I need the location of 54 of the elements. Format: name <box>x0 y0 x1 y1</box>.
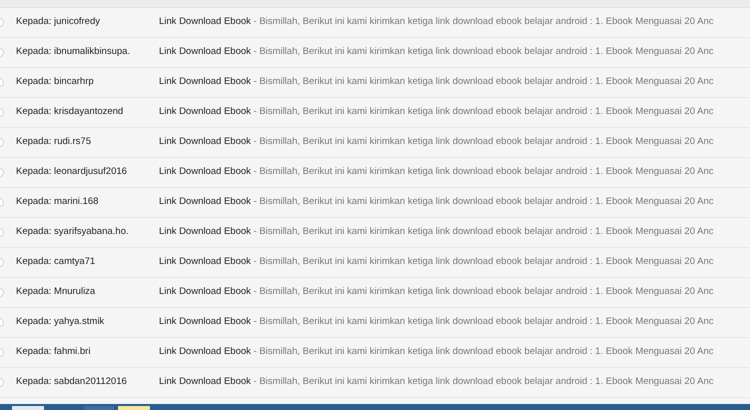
snippet-text: - Bismillah, Berikut ini kami kirimkan ketiga link download ebook belajar android : 1. Ebook Menguasai 20 Anc <box>254 256 714 268</box>
taskbar-button[interactable] <box>12 406 44 410</box>
subject-text: Link Download Ebook <box>159 226 251 238</box>
message-row[interactable]: Kepada: ibnumalikbinsupa. Link Download Ebook - Bismillah, Berikut ini kami kirimkan ketiga link download ebook belajar android : 1. Ebook Menguasai 20 Anc <box>0 38 750 68</box>
recipient-text: Kepada: fahmi.bri <box>16 345 92 360</box>
snippet-text: - Bismillah, Berikut ini kami kirimkan ketiga link download ebook belajar android : 1. Ebook Menguasai 20 Anc <box>254 46 714 58</box>
subject-text: Link Download Ebook <box>159 376 251 388</box>
recipient-text: Kepada: Mnuruliza <box>16 285 96 300</box>
message-row[interactable]: Kepada: Mnuruliza Link Download Ebook - Bismillah, Berikut ini kami kirimkan ketiga link download ebook belajar android : 1. Ebook Menguasai 20 Anc <box>0 278 750 308</box>
message-row[interactable]: Kepada: junicofredy Link Download Ebook - Bismillah, Berikut ini kami kirimkan ketiga link download ebook belajar android : 1. Ebook Menguasai 20 Anc <box>0 8 750 38</box>
subject-text: Link Download Ebook <box>159 286 251 298</box>
snippet-text: - Bismillah, Berikut ini kami kirimkan ketiga link download ebook belajar android : 1. Ebook Menguasai 20 Anc <box>254 136 714 148</box>
message-row[interactable]: Kepada: yahya.stmik Link Download Ebook - Bismillah, Berikut ini kami kirimkan ketiga link download ebook belajar android : 1. Ebook Menguasai 20 Anc <box>0 308 750 338</box>
subject-text: Link Download Ebook <box>159 346 251 358</box>
message-row[interactable]: Kepada: marini.168 Link Download Ebook - Bismillah, Berikut ini kami kirimkan ketiga link download ebook belajar android : 1. Ebook Menguasai 20 Anc <box>0 188 750 218</box>
taskbar-button[interactable] <box>118 406 150 410</box>
recipient-text: Kepada: syarifsyabana.ho. <box>16 225 130 240</box>
recipient-text: Kepada: leonardjusuf2016 <box>16 165 128 180</box>
snippet-text: - Bismillah, Berikut ini kami kirimkan ketiga link download ebook belajar android : 1. Ebook Menguasai 20 Anc <box>254 376 714 388</box>
subject-text: Link Download Ebook <box>159 316 251 328</box>
snippet-text: - Bismillah, Berikut ini kami kirimkan ketiga link download ebook belajar android : 1. Ebook Menguasai 20 Anc <box>254 76 714 88</box>
recipient-text: Kepada: yahya.stmik <box>16 315 106 330</box>
snippet-text: - Bismillah, Berikut ini kami kirimkan ketiga link download ebook belajar android : 1. Ebook Menguasai 20 Anc <box>254 196 714 208</box>
subject-text: Link Download Ebook <box>159 106 251 118</box>
recipient-text: Kepada: junicofredy <box>16 15 101 30</box>
snippet-text: - Bismillah, Berikut ini kami kirimkan ketiga link download ebook belajar android : 1. Ebook Menguasai 20 Anc <box>254 346 714 358</box>
recipient-text: Kepada: rudi.rs75 <box>16 135 92 150</box>
message-row[interactable]: Kepada: leonardjusuf2016 Link Download Ebook - Bismillah, Berikut ini kami kirimkan ketiga link download ebook belajar android : 1. Ebook Menguasai 20 Anc <box>0 158 750 188</box>
subject-text: Link Download Ebook <box>159 166 251 178</box>
message-row[interactable]: Kepada: fahmi.bri Link Download Ebook - Bismillah, Berikut ini kami kirimkan ketiga link download ebook belajar android : 1. Ebook Menguasai 20 Anc <box>0 338 750 368</box>
snippet-text: - Bismillah, Berikut ini kami kirimkan ketiga link download ebook belajar android : 1. Ebook Menguasai 20 Anc <box>254 106 714 118</box>
subject-text: Link Download Ebook <box>159 196 251 208</box>
subject-text: Link Download Ebook <box>159 256 251 268</box>
snippet-text: - Bismillah, Berikut ini kami kirimkan ketiga link download ebook belajar android : 1. Ebook Menguasai 20 Anc <box>254 166 714 178</box>
message-row[interactable]: Kepada: sabdan20112016 Link Download Ebook - Bismillah, Berikut ini kami kirimkan ketiga link download ebook belajar android : 1. Ebook Menguasai 20 Anc <box>0 368 750 398</box>
snippet-text: - Bismillah, Berikut ini kami kirimkan ketiga link download ebook belajar android : 1. Ebook Menguasai 20 Anc <box>254 316 714 328</box>
subject-text: Link Download Ebook <box>159 16 251 28</box>
message-row[interactable]: Kepada: rudi.rs75 Link Download Ebook - Bismillah, Berikut ini kami kirimkan ketiga link download ebook belajar android : 1. Ebook Menguasai 20 Anc <box>0 128 750 158</box>
snippet-text: - Bismillah, Berikut ini kami kirimkan ketiga link download ebook belajar android : 1. Ebook Menguasai 20 Anc <box>254 16 714 28</box>
snippet-text: - Bismillah, Berikut ini kami kirimkan ketiga link download ebook belajar android : 1. Ebook Menguasai 20 Anc <box>254 226 714 238</box>
message-row[interactable]: Kepada: bincarhrp Link Download Ebook - Bismillah, Berikut ini kami kirimkan ketiga link download ebook belajar android : 1. Ebook Menguasai 20 Anc <box>0 68 750 98</box>
subject-text: Link Download Ebook <box>159 136 251 148</box>
subject-text: Link Download Ebook <box>159 46 251 58</box>
message-row[interactable]: Kepada: krisdayantozend Link Download Ebook - Bismillah, Berikut ini kami kirimkan ketiga link download ebook belajar android : 1. Ebook Menguasai 20 Anc <box>0 98 750 128</box>
recipient-text: Kepada: marini.168 <box>16 195 100 210</box>
message-row[interactable]: Kepada: syarifsyabana.ho. Link Download Ebook - Bismillah, Berikut ini kami kirimkan ketiga link download ebook belajar android : 1. Ebook Menguasai 20 Anc <box>0 218 750 248</box>
snippet-text: - Bismillah, Berikut ini kami kirimkan ketiga link download ebook belajar android : 1. Ebook Menguasai 20 Anc <box>254 286 714 298</box>
message-row[interactable]: Kepada: camtya71 Link Download Ebook - Bismillah, Berikut ini kami kirimkan ketiga link download ebook belajar android : 1. Ebook Menguasai 20 Anc <box>0 248 750 278</box>
recipient-text: Kepada: bincarhrp <box>16 75 95 90</box>
recipient-text: Kepada: ibnumalikbinsupa. <box>16 45 132 60</box>
recipient-text: Kepada: sabdan20112016 <box>16 375 128 390</box>
recipient-text: Kepada: camtya71 <box>16 255 96 270</box>
recipient-text: Kepada: krisdayantozend <box>16 105 124 120</box>
subject-text: Link Download Ebook <box>159 76 251 88</box>
